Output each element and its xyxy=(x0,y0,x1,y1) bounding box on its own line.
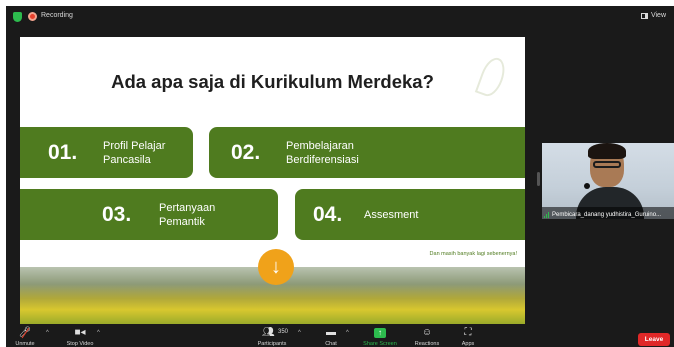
card-number: 03. xyxy=(102,202,132,226)
apps-button[interactable]: ⛶ Apps xyxy=(458,326,478,347)
participant-name-bar: Pembicara_danang yudhistira_Guruino... xyxy=(542,207,674,219)
shield-icon[interactable] xyxy=(13,12,22,22)
audio-level-icon xyxy=(544,211,550,218)
card-assesment: 04. Assesment xyxy=(295,189,525,240)
participants-button[interactable]: 👥︎ 350 Participants xyxy=(252,326,292,347)
stop-video-label: Stop Video xyxy=(66,341,94,347)
shared-slide: Ada apa saja di Kurikulum Merdeka? 01. P… xyxy=(20,37,525,324)
share-screen-label: Share Screen xyxy=(363,341,397,347)
video-options-caret[interactable]: ^ xyxy=(97,330,100,336)
apps-label: Apps xyxy=(461,341,475,347)
card-number: 02. xyxy=(231,140,261,164)
view-icon xyxy=(640,12,648,19)
card-label: Assesment xyxy=(364,208,419,221)
card-number: 04. xyxy=(313,202,343,226)
video-camera-icon: ■◂ xyxy=(74,327,86,338)
zoom-window: Recording View Ada apa saja di Kurikulum… xyxy=(6,6,674,347)
card-label: Pembelajaran Berdiferensiasi xyxy=(286,139,359,166)
card-pertanyaan: 03. Pertanyaan Pemantik xyxy=(20,189,278,240)
apps-icon: ⛶ xyxy=(464,327,472,338)
chat-button[interactable]: ▬ Chat xyxy=(320,326,342,347)
slide-title: Ada apa saja di Kurikulum Merdeka? xyxy=(111,71,434,92)
chat-bubble-icon: ▬ xyxy=(326,327,336,338)
participant-name: Pembicara_danang yudhistira_Guruino... xyxy=(552,211,662,218)
share-screen-button[interactable]: ↑ Share Screen xyxy=(359,326,401,347)
chat-label: Chat xyxy=(325,341,337,347)
card-label: Pertanyaan Pemantik xyxy=(159,201,216,228)
view-button[interactable]: View xyxy=(640,12,666,19)
top-bar: Recording View xyxy=(6,6,674,28)
stop-video-button[interactable]: ■◂ Stop Video xyxy=(60,326,100,347)
audio-options-caret[interactable]: ^ xyxy=(46,330,49,336)
recording-label[interactable]: Recording xyxy=(41,12,73,19)
view-label: View xyxy=(650,12,666,19)
participant-count: 350 xyxy=(278,329,289,335)
reactions-button[interactable]: ☺ Reactions xyxy=(411,326,443,347)
person-hair xyxy=(588,143,626,159)
card-profil-pelajar: 01. Profil Pelajar Pancasila xyxy=(20,127,193,178)
participants-icon: 👥︎ xyxy=(262,327,275,338)
leave-button[interactable]: Leave xyxy=(638,333,670,346)
card-pembelajaran: 02. Pembelajaran Berdiferensiasi xyxy=(209,127,525,178)
arrow-down-icon: ↓ xyxy=(258,249,294,285)
headset-mic-icon xyxy=(584,183,590,189)
slide-note: Dan masih banyak lagi sebenernya! xyxy=(429,251,517,257)
unmute-button[interactable]: 🎤︎ Unmute xyxy=(12,326,38,347)
glasses-icon xyxy=(593,161,621,168)
chat-options-caret[interactable]: ^ xyxy=(346,330,349,336)
unmute-label: Unmute xyxy=(15,341,35,347)
card-number: 01. xyxy=(48,140,78,164)
reactions-icon: ☺ xyxy=(421,327,433,338)
participants-options-caret[interactable]: ^ xyxy=(298,330,301,336)
participants-label: Participants xyxy=(257,341,287,347)
participant-video-tile[interactable]: Pembicara_danang yudhistira_Guruino... xyxy=(542,143,674,219)
meeting-toolbar: 🎤︎ Unmute ^ ■◂ Stop Video ^ 👥︎ 350 Parti… xyxy=(6,326,674,347)
resize-handle[interactable] xyxy=(537,172,540,186)
share-screen-icon: ↑ xyxy=(374,328,386,338)
record-icon[interactable] xyxy=(28,12,37,21)
card-label: Profil Pelajar Pancasila xyxy=(103,139,166,166)
reactions-label: Reactions xyxy=(414,341,440,347)
